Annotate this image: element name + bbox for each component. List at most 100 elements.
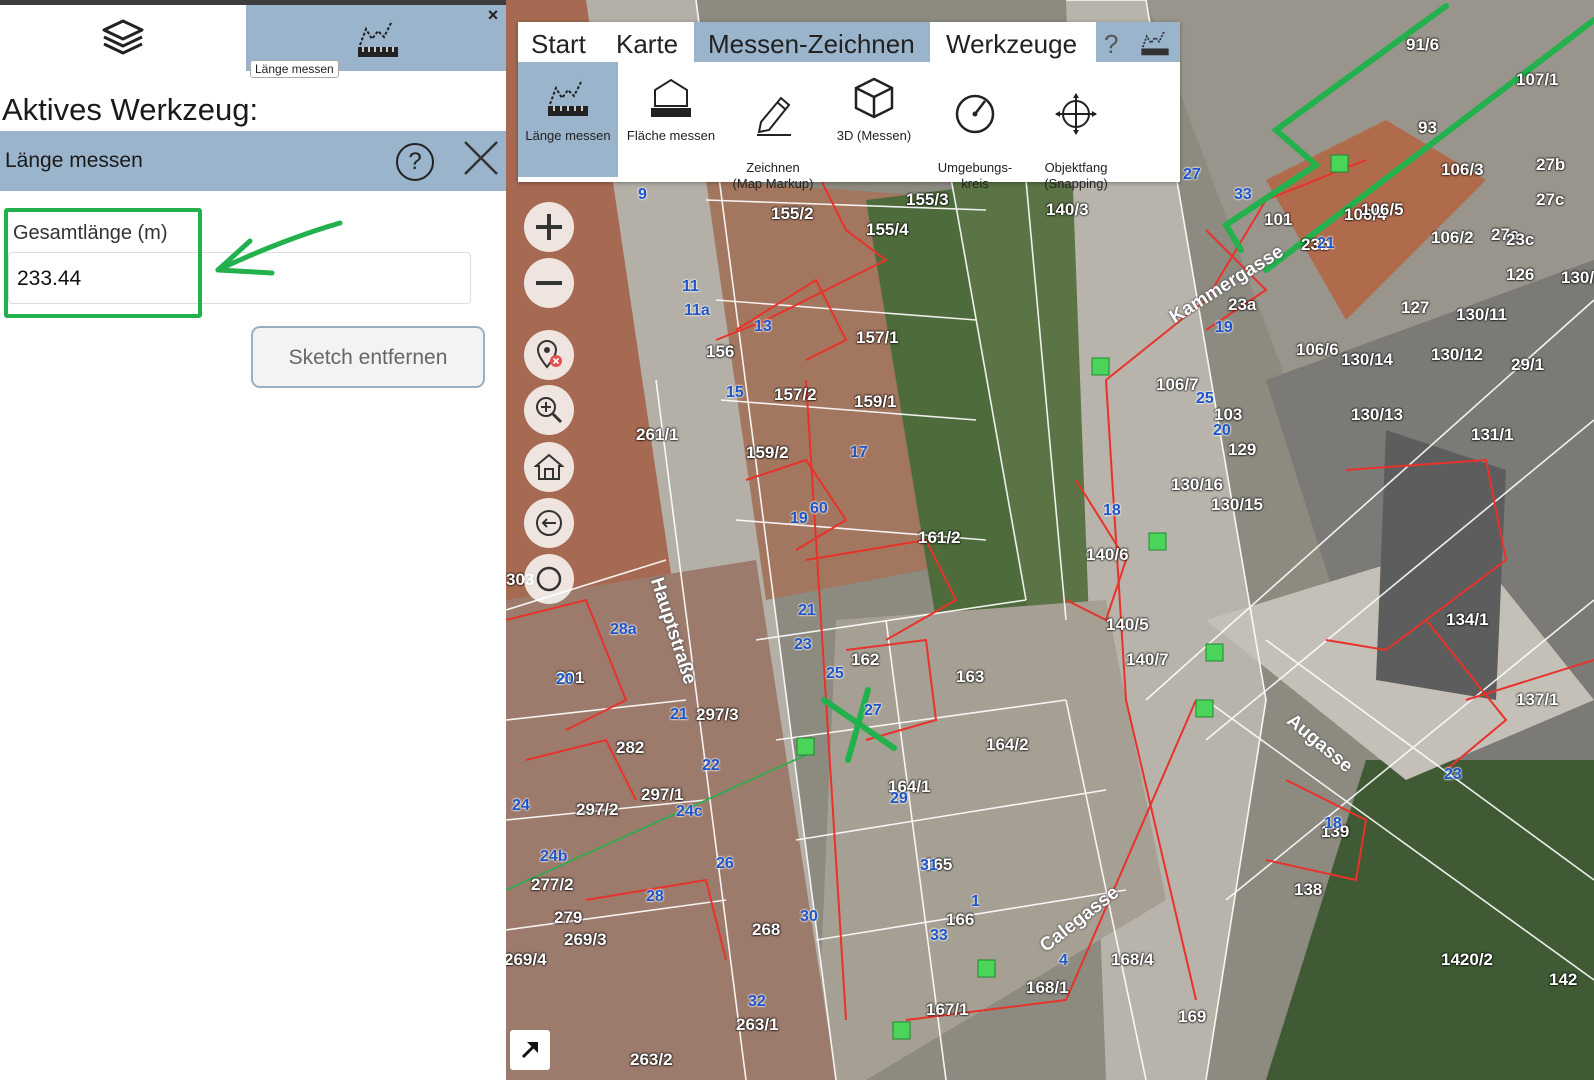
house-number-label: 24c xyxy=(676,803,703,820)
green-arrow-annotation xyxy=(215,220,343,276)
parcel-number-label: 279 xyxy=(554,908,583,927)
help-icon[interactable]: ? xyxy=(396,143,434,181)
parcel-number-label: 140/5 xyxy=(1106,615,1149,634)
parcel-number-label: 162 xyxy=(851,650,880,669)
ruler-line-icon xyxy=(548,79,588,116)
house-number-label: 22 xyxy=(702,757,720,774)
house-number-label: 11a xyxy=(684,302,710,319)
circle-select-icon xyxy=(536,566,562,592)
house-number-label: 19 xyxy=(1215,319,1233,336)
tool-3d-measure[interactable]: 3D (Messen) xyxy=(824,62,924,177)
house-number-label: 9 xyxy=(638,186,647,203)
house-number-label: 24b xyxy=(540,848,568,865)
layers-icon xyxy=(102,19,144,55)
location-off-icon xyxy=(536,340,562,369)
parcel-number-label: 93 xyxy=(1418,118,1437,137)
house-number-label: 1 xyxy=(971,893,980,910)
magnifier-button[interactable] xyxy=(524,385,574,435)
parcel-number-label: 130/12 xyxy=(1431,345,1483,364)
ribbon-toolbar: Start Karte Messen-Zeichnen Werkzeuge ? xyxy=(518,22,1180,191)
home-icon xyxy=(534,453,564,480)
parcel-number-label: 268 xyxy=(752,920,781,939)
parcel-number-label: 140/6 xyxy=(1086,545,1129,564)
highlight-box-annotation xyxy=(4,208,202,318)
parcel-number-label: 106/2 xyxy=(1431,228,1474,247)
parcel-number-label: 297/2 xyxy=(576,800,619,819)
house-number-label: 13 xyxy=(754,318,772,335)
tool-label: Länge messen xyxy=(525,128,611,143)
tool-area-measure[interactable]: Fläche messen xyxy=(621,62,721,177)
zoom-in-button[interactable] xyxy=(524,202,574,252)
measure-tab-label: Länge messen xyxy=(250,60,339,78)
parcel-number-label: 134/1 xyxy=(1446,610,1489,629)
zoom-out-button[interactable] xyxy=(524,258,574,308)
parcel-number-label: 129 xyxy=(1228,440,1257,459)
tab-start[interactable]: Start xyxy=(531,22,597,62)
parcel-number-label: 155/4 xyxy=(866,220,909,239)
parcel-number-label: 269/4 xyxy=(506,950,547,969)
house-number-label: 27 xyxy=(1183,166,1201,183)
tool-draw-markup[interactable]: Zeichnen (Map Markup) xyxy=(723,62,823,191)
ruler-line-icon xyxy=(1141,30,1169,56)
parcel-number-label: 106/5 xyxy=(1361,200,1404,219)
house-number-label: 32 xyxy=(748,993,766,1010)
parcel-number-label: 23a xyxy=(1228,295,1257,314)
parcel-number-label: 130/10 xyxy=(1561,268,1594,287)
house-number-label: 23 xyxy=(1444,766,1462,783)
tab-werkzeuge[interactable]: Werkzeuge xyxy=(946,22,1096,62)
magnifier-icon xyxy=(536,397,563,424)
map-view[interactable]: Hauptstraße Kammergasse Augasse Calegass… xyxy=(506,0,1594,1080)
house-number-label: 23 xyxy=(794,636,812,653)
parcel-number-label: 131/1 xyxy=(1471,425,1514,444)
tool-header: Länge messen ? xyxy=(0,131,506,191)
parcel-number-label: 127 xyxy=(1401,298,1430,317)
parcel-number-label: 166 xyxy=(946,910,975,929)
parcel-number-label: 269/3 xyxy=(564,930,607,949)
house-number-label: 20 xyxy=(556,671,574,688)
tool-surrounding-circle[interactable]: Umgebungs- kreis xyxy=(925,62,1025,191)
remove-sketch-button[interactable]: Sketch entfernen xyxy=(251,326,485,388)
parcel-number-label: 157/1 xyxy=(856,328,899,347)
house-number-label: 33 xyxy=(1234,186,1252,203)
ruler-line-icon xyxy=(358,20,398,57)
layers-tab[interactable] xyxy=(0,5,246,71)
parcel-number-label: 137/1 xyxy=(1516,690,1559,709)
ribbon-tabs: Start Karte Messen-Zeichnen Werkzeuge ? xyxy=(518,22,1180,62)
house-number-label: 18 xyxy=(1324,815,1342,832)
tool-name: Länge messen xyxy=(5,149,143,172)
parcel-number-label: 106/3 xyxy=(1441,160,1484,179)
house-number-label: 21 xyxy=(670,706,688,723)
measure-length-tab[interactable]: Länge messen xyxy=(246,5,506,78)
parcel-number-label: 156 xyxy=(706,342,735,361)
tool-label: Objektfang (Snapping) xyxy=(1044,160,1108,191)
parcel-number-label: 277/2 xyxy=(531,875,574,894)
tab-help[interactable]: ? xyxy=(1096,22,1180,62)
close-tab-button[interactable]: × xyxy=(484,5,502,26)
location-button[interactable] xyxy=(524,330,574,380)
parcel-number-label: 27c xyxy=(1536,190,1565,209)
house-number-label: 30 xyxy=(800,908,818,925)
tab-messen-zeichnen[interactable]: Messen-Zeichnen xyxy=(694,22,930,62)
parcel-number-label: 130/13 xyxy=(1351,405,1403,424)
active-tool-title: Aktives Werkzeug: xyxy=(2,92,259,127)
help-tab-label: ? xyxy=(1104,29,1119,59)
parcel-number-label: 106/7 xyxy=(1156,375,1199,394)
zoom-in-icon xyxy=(536,214,562,240)
house-number-label: 18 xyxy=(1103,502,1121,519)
circle-select-button[interactable] xyxy=(524,554,574,604)
tool-snapping[interactable]: Objektfang (Snapping) xyxy=(1026,62,1126,191)
house-number-label: 21 xyxy=(1317,235,1335,252)
house-number-label: 25 xyxy=(1196,390,1214,407)
expand-button[interactable] xyxy=(510,1030,550,1070)
tool-length-measure[interactable]: Länge messen xyxy=(518,62,618,177)
home-button[interactable] xyxy=(524,442,574,492)
zoom-out-icon xyxy=(536,281,562,285)
tab-karte[interactable]: Karte xyxy=(616,22,688,62)
house-number-label: 26 xyxy=(716,855,734,872)
house-number-label: 33 xyxy=(930,927,948,944)
parcel-number-label: 297/3 xyxy=(696,705,739,724)
parcel-number-label: 107/1 xyxy=(1516,70,1559,89)
back-button[interactable] xyxy=(524,498,574,548)
house-number-label: 60 xyxy=(810,500,828,517)
close-icon[interactable] xyxy=(462,139,500,177)
